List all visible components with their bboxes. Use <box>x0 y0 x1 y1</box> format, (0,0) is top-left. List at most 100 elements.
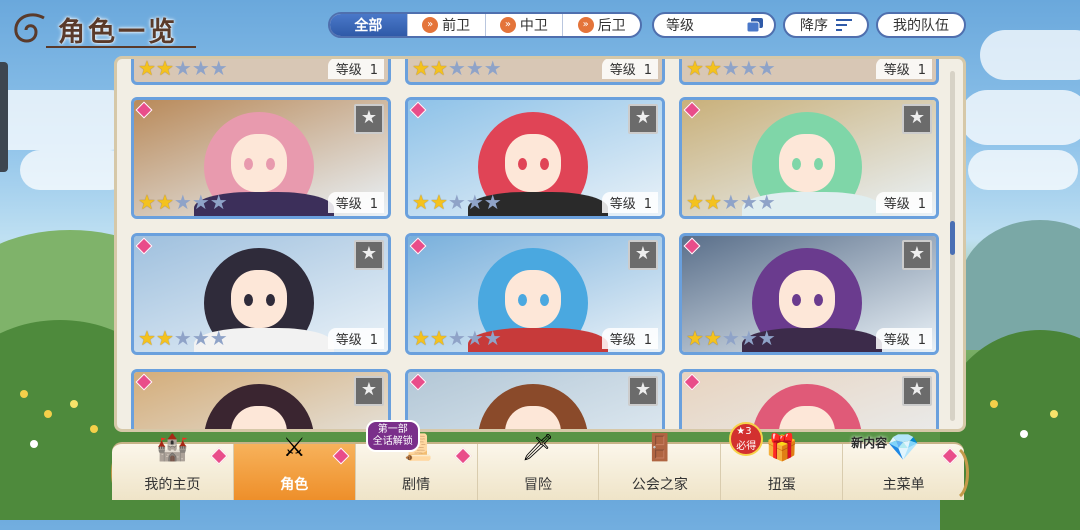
level-prefix: 等级 <box>335 197 362 212</box>
character-card[interactable]: ★ ★ ★ ★ ★ 等级 1 <box>405 56 665 85</box>
star-filled-icon: ★ <box>429 190 448 214</box>
crystal-icon: 💎 <box>887 433 920 463</box>
filter-all-tab[interactable]: 全部 <box>330 14 407 36</box>
star-empty-icon: ★ <box>173 326 192 350</box>
level-value: 1 <box>917 63 926 78</box>
star-empty-icon: ★ <box>447 56 466 80</box>
sort-order-label: 降序 <box>800 18 828 34</box>
character-portrait <box>682 372 936 429</box>
star-rating: ★ ★ ★ ★ ★ <box>686 328 776 348</box>
star-filled-icon: ★ <box>412 56 430 80</box>
nav-label: 公会之家 <box>631 477 688 493</box>
bottom-navigation: 🏰我的主页⚔角色📜第一部 全话解锁剧情🗡冒险🚪公会之家🎁★3 必得扭蛋💎新内容主… <box>112 420 964 500</box>
nav-right-ornament-icon <box>958 448 969 498</box>
character-card[interactable]: ★ ★ ★ ★ ★ 等级 1 <box>679 56 939 85</box>
chevron-icon: » <box>422 17 439 33</box>
character-card[interactable]: ★ ★ ★ ★ ★ ★ 等级 1 <box>131 233 391 355</box>
star-empty-icon: ★ <box>465 56 484 80</box>
character-card[interactable]: ★ ★ ★ ★ ★ ★ 等级 1 <box>405 97 665 219</box>
scrollbar[interactable] <box>950 71 955 421</box>
story-unlock-badge: 第一部 全话解锁 <box>365 420 420 452</box>
star-rating: ★ ★ ★ ★ ★ <box>412 328 502 348</box>
nav-label: 角色 <box>280 477 309 493</box>
character-card[interactable]: ★ ★ ★ ★ ★ 等级 1 <box>131 59 391 85</box>
star-empty-icon: ★ <box>191 326 210 350</box>
star-empty-icon: ★ <box>191 190 210 214</box>
sort-lines-icon <box>836 19 852 31</box>
star-empty-icon: ★ <box>721 326 740 350</box>
star-empty-icon: ★ <box>757 190 776 214</box>
level-prefix: 等级 <box>609 63 636 78</box>
star-filled-icon: ★ <box>686 326 704 350</box>
nav-item-0[interactable]: 🏰 我的主页 <box>112 433 233 500</box>
nav-label: 剧情 <box>402 477 431 493</box>
star-empty-icon: ★ <box>757 56 776 80</box>
level-label: 等级 1 <box>875 328 932 349</box>
new-content-badge: 新内容 <box>851 436 888 450</box>
star-empty-icon: ★ <box>483 326 502 350</box>
star-empty-icon: ★ <box>447 190 466 214</box>
scrollbar-thumb[interactable] <box>950 221 955 255</box>
filter-back-label: 后卫 <box>597 18 626 34</box>
page-title: 角色一览 <box>58 17 178 48</box>
level-label: 等级 1 <box>601 328 658 349</box>
nav-label: 扭蛋 <box>767 477 796 493</box>
star-empty-icon: ★ <box>209 190 228 214</box>
character-card[interactable]: ★ ★ ★ ★ ★ ★ 等级 1 <box>679 233 939 355</box>
my-team-button[interactable]: 我的队伍 <box>876 12 966 38</box>
level-prefix: 等级 <box>883 333 910 348</box>
filter-back-tab[interactable]: » 后卫 <box>562 14 640 36</box>
nav-label: 主菜单 <box>882 477 925 493</box>
sort-order-button[interactable]: 降序 <box>783 12 869 38</box>
star-empty-icon: ★ <box>465 326 484 350</box>
character-portrait <box>134 372 388 429</box>
position-filter: 全部 » 前卫 » 中卫 » 后卫 <box>328 12 642 38</box>
star-rating: ★ ★ ★ ★ ★ <box>412 56 502 80</box>
level-label: 等级 1 <box>327 192 384 213</box>
nav-item-4[interactable]: 🚪 公会之家 <box>598 433 720 500</box>
star-filled-icon: ★ <box>703 326 722 350</box>
favorite-star-icon[interactable]: ★ <box>902 104 932 134</box>
level-prefix: 等级 <box>883 63 910 78</box>
favorite-star-icon[interactable]: ★ <box>354 240 384 270</box>
character-card[interactable]: ★ ★ ★ ★ ★ ★ 等级 1 <box>405 233 665 355</box>
favorite-star-icon[interactable]: ★ <box>628 104 658 134</box>
nav-item-6[interactable]: 💎 新内容主菜单 <box>842 433 964 500</box>
character-card[interactable]: ★ <box>405 369 665 429</box>
favorite-star-icon[interactable]: ★ <box>628 376 658 406</box>
nav-item-3[interactable]: 🗡 冒险 <box>476 433 599 500</box>
star-rating: ★ ★ ★ ★ ★ <box>412 192 502 212</box>
character-card[interactable]: ★ ★ ★ ★ ★ ★ 等级 1 <box>131 97 391 219</box>
filter-middle-label: 中卫 <box>519 18 548 34</box>
level-label: 等级 1 <box>875 192 932 213</box>
nav-item-5[interactable]: 🎁 ★3 必得 扭蛋 <box>720 422 842 500</box>
star-empty-icon: ★ <box>209 326 228 350</box>
star-empty-icon: ★ <box>483 190 502 214</box>
side-drawer-handle[interactable] <box>0 62 8 172</box>
filter-middle-tab[interactable]: » 中卫 <box>484 14 563 36</box>
sort-by-select[interactable]: 等级 <box>652 12 776 38</box>
notification-gem-icon <box>454 447 472 465</box>
character-card[interactable]: ★ <box>679 369 939 429</box>
level-prefix: 等级 <box>335 333 362 348</box>
nav-item-2[interactable]: 📜第一部 全话解锁剧情 <box>354 420 477 500</box>
favorite-star-icon[interactable]: ★ <box>902 240 932 270</box>
star-filled-icon: ★ <box>429 326 448 350</box>
filter-front-tab[interactable]: » 前卫 <box>406 14 485 36</box>
favorite-star-icon[interactable]: ★ <box>354 376 384 406</box>
door-icon: 🚪 <box>643 433 677 463</box>
character-card[interactable]: ★ ★ ★ ★ ★ ★ 等级 1 <box>679 97 939 219</box>
windows-icon <box>746 18 763 33</box>
level-label: 等级 1 <box>327 59 384 79</box>
character-card[interactable]: ★ <box>131 369 391 429</box>
favorite-star-icon[interactable]: ★ <box>628 240 658 270</box>
star-rating: ★ ★ ★ ★ ★ <box>138 192 228 212</box>
sword-icon: 🗡 <box>521 433 555 463</box>
favorite-star-icon[interactable]: ★ <box>354 104 384 134</box>
favorite-star-icon[interactable]: ★ <box>902 376 932 406</box>
level-prefix: 等级 <box>335 63 362 78</box>
level-value: 1 <box>369 333 378 348</box>
level-prefix: 等级 <box>609 333 636 348</box>
nav-item-1[interactable]: ⚔ 角色 <box>232 433 355 500</box>
character-grid: ★ ★ ★ ★ ★ 等级 1 ★ ★ ★ ★ ★ 等级 1 ★ ★ ★ ★ ★ 等级 1 ★ ★ ★ ★ ★ ★ 等级 1 ★ ★ ★ ★ ★ ★ 等… <box>114 56 966 432</box>
